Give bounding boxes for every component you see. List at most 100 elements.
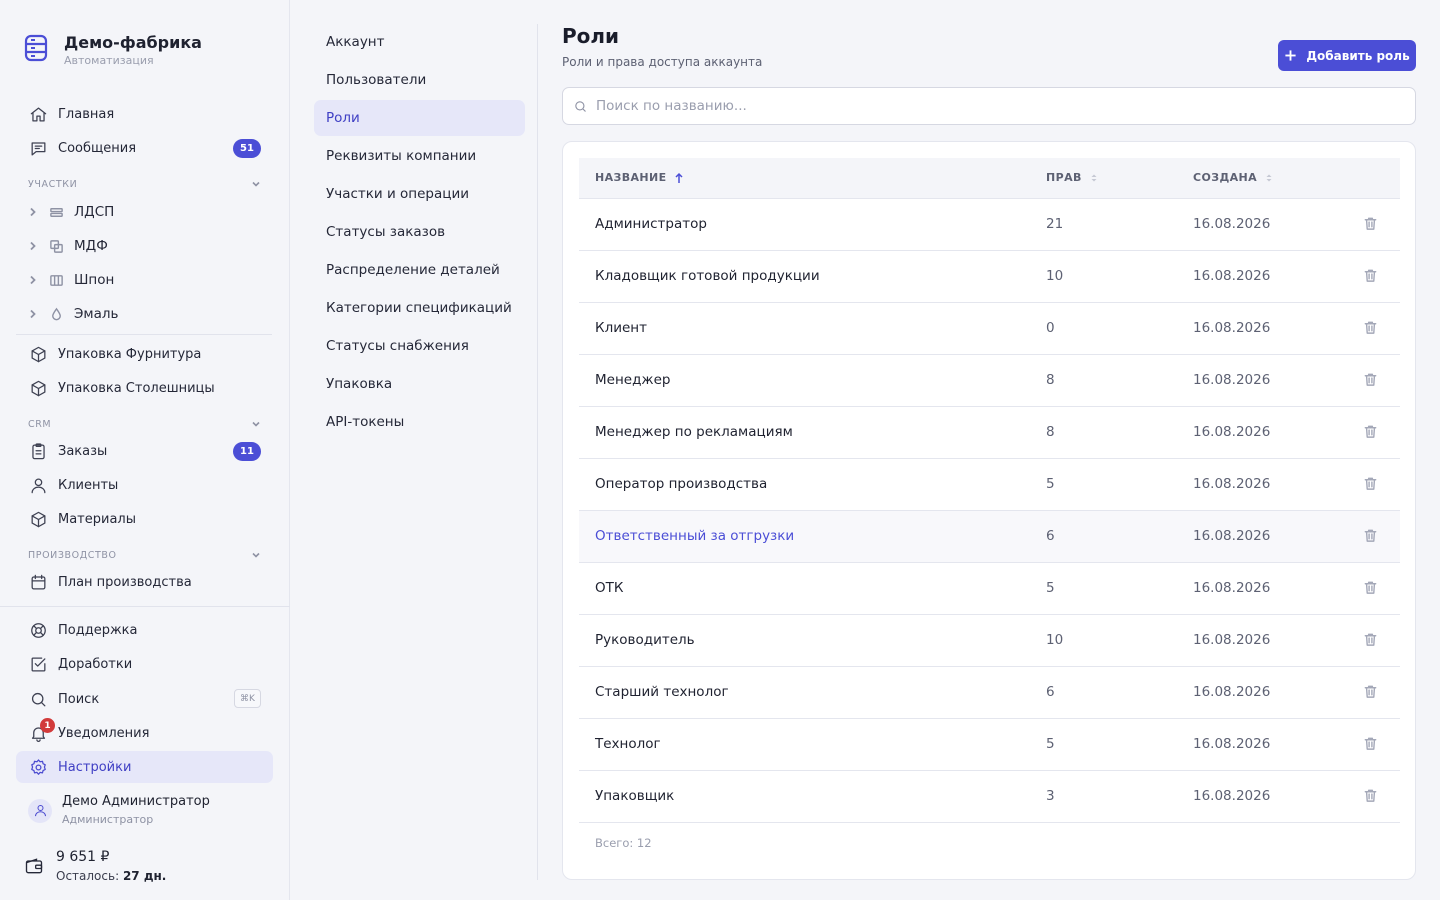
site-item-mdf[interactable]: МДФ [28,232,108,260]
search-input[interactable] [596,98,1376,114]
nav-home-label: Главная [58,106,115,122]
role-name[interactable]: Менеджер по рекламациям [595,424,793,440]
settings-menu-item[interactable]: Участки и операции [314,176,525,212]
search-field[interactable] [562,87,1416,125]
trash-icon[interactable] [1363,580,1379,596]
table-row[interactable]: Клиент 0 16.08.2026 [579,303,1400,355]
nav-pack-tops[interactable]: Упаковка Столешницы [16,372,273,404]
trash-icon[interactable] [1363,788,1379,804]
chevron-down-icon [252,181,260,187]
role-name[interactable]: Руководитель [595,632,695,648]
nav-improvements-label: Доработки [58,656,133,672]
chevron-right-icon [28,309,40,319]
nav-clients[interactable]: Клиенты [16,469,273,501]
role-name[interactable]: Упаковщик [595,788,674,804]
role-rights: 6 [1046,528,1055,544]
nav-support[interactable]: Поддержка [16,614,273,646]
balance-amount: 9 651 ₽ [56,849,110,865]
trash-icon[interactable] [1363,736,1379,752]
chevron-down-icon [252,421,260,427]
trash-icon[interactable] [1363,476,1379,492]
nav-settings[interactable]: Настройки [16,751,273,783]
settings-menu-item[interactable]: Статусы заказов [314,214,525,250]
table-row[interactable]: Администратор 21 16.08.2026 [579,199,1400,251]
table-header: НАЗВАНИЕ ПРАВ СОЗДАНА [579,158,1400,199]
settings-menu-item[interactable]: Распределение деталей [314,252,525,288]
brand-title: Демо-фабрика [64,33,202,52]
table-row-hovered[interactable]: Ответственный за отгрузки 6 16.08.2026 [579,511,1400,563]
settings-menu-item[interactable]: API-токены [314,404,525,440]
nav-notifications[interactable]: 1 Уведомления [16,717,273,749]
trash-icon[interactable] [1363,684,1379,700]
nav-messages[interactable]: Сообщения 51 [16,132,273,164]
role-name[interactable]: Кладовщик готовой продукции [595,268,820,284]
trash-icon[interactable] [1363,632,1379,648]
column-created-header[interactable]: СОЗДАНА [1193,171,1274,184]
nav-search[interactable]: Поиск ⌘K [16,683,273,715]
settings-menu-item[interactable]: Реквизиты компании [314,138,525,174]
search-icon [28,689,48,709]
role-name[interactable]: Ответственный за отгрузки [595,528,794,544]
settings-menu-item[interactable]: Упаковка [314,366,525,402]
role-name[interactable]: Оператор производства [595,476,767,492]
role-name[interactable]: ОТК [595,580,623,596]
role-name[interactable]: Администратор [595,216,707,232]
trash-icon[interactable] [1363,424,1379,440]
trash-icon[interactable] [1363,320,1379,336]
chevron-down-icon [252,552,260,558]
sort-ascending-icon [675,172,683,183]
role-created: 16.08.2026 [1193,424,1271,440]
section-production[interactable]: ПРОИЗВОДСТВО [28,549,262,561]
role-created: 16.08.2026 [1193,216,1271,232]
role-name[interactable]: Менеджер [595,372,670,388]
settings-menu-item[interactable]: Аккаунт [314,24,525,60]
role-name[interactable]: Старший технолог [595,684,729,700]
add-role-button[interactable]: Добавить роль [1278,40,1416,71]
column-rights-header[interactable]: ПРАВ [1046,171,1099,184]
nav-home[interactable]: Главная [16,98,273,130]
settings-menu-item-active[interactable]: Роли [314,100,525,136]
site-item-enamel[interactable]: Эмаль [28,300,118,328]
table-row[interactable]: Технолог 5 16.08.2026 [579,719,1400,771]
table-row[interactable]: Старший технолог 6 16.08.2026 [579,667,1400,719]
role-name[interactable]: Технолог [595,736,661,752]
chat-icon [28,138,48,158]
nav-materials[interactable]: Материалы [16,503,273,535]
user-icon [34,805,46,817]
settings-menu-item[interactable]: Пользователи [314,62,525,98]
trash-icon[interactable] [1363,528,1379,544]
nav-pack-fittings-label: Упаковка Фурнитура [58,346,202,362]
column-rights-label: ПРАВ [1046,171,1082,184]
site-item-veneer[interactable]: Шпон [28,266,114,294]
nav-improvements[interactable]: Доработки [16,648,273,680]
role-name[interactable]: Клиент [595,320,647,336]
role-rights: 5 [1046,476,1055,492]
settings-menu-item[interactable]: Статусы снабжения [314,328,525,364]
section-sites[interactable]: УЧАСТКИ [28,178,262,190]
column-name-label: НАЗВАНИЕ [595,171,667,184]
table-row[interactable]: ОТК 5 16.08.2026 [579,563,1400,615]
nav-production-plan[interactable]: План производства [16,566,273,598]
site-item-ldsp[interactable]: ЛДСП [28,198,114,226]
trash-icon[interactable] [1363,372,1379,388]
trash-icon[interactable] [1363,268,1379,284]
notifications-count-badge: 1 [40,718,55,733]
table-row[interactable]: Упаковщик 3 16.08.2026 [579,771,1400,823]
user-profile[interactable]: Демо Администратор Администратор [28,794,210,827]
role-rights: 8 [1046,372,1055,388]
brand[interactable]: Демо-фабрика Автоматизация [24,34,202,68]
table-row[interactable]: Кладовщик готовой продукции 10 16.08.202… [579,251,1400,303]
balance[interactable]: 9 651 ₽ Осталось: 27 дн. [24,848,166,884]
table-row[interactable]: Менеджер 8 16.08.2026 [579,355,1400,407]
nav-settings-label: Настройки [58,759,132,775]
nav-orders[interactable]: Заказы 11 [16,435,273,467]
table-row[interactable]: Оператор производства 5 16.08.2026 [579,459,1400,511]
nav-pack-fittings[interactable]: Упаковка Фурнитура [16,338,273,370]
settings-menu-item[interactable]: Категории спецификаций [314,290,525,326]
table-row[interactable]: Менеджер по рекламациям 8 16.08.2026 [579,407,1400,459]
trash-icon[interactable] [1363,216,1379,232]
column-name-header[interactable]: НАЗВАНИЕ [595,171,684,184]
section-crm[interactable]: CRM [28,418,262,430]
nav-pack-tops-label: Упаковка Столешницы [58,380,215,396]
table-row[interactable]: Руководитель 10 16.08.2026 [579,615,1400,667]
